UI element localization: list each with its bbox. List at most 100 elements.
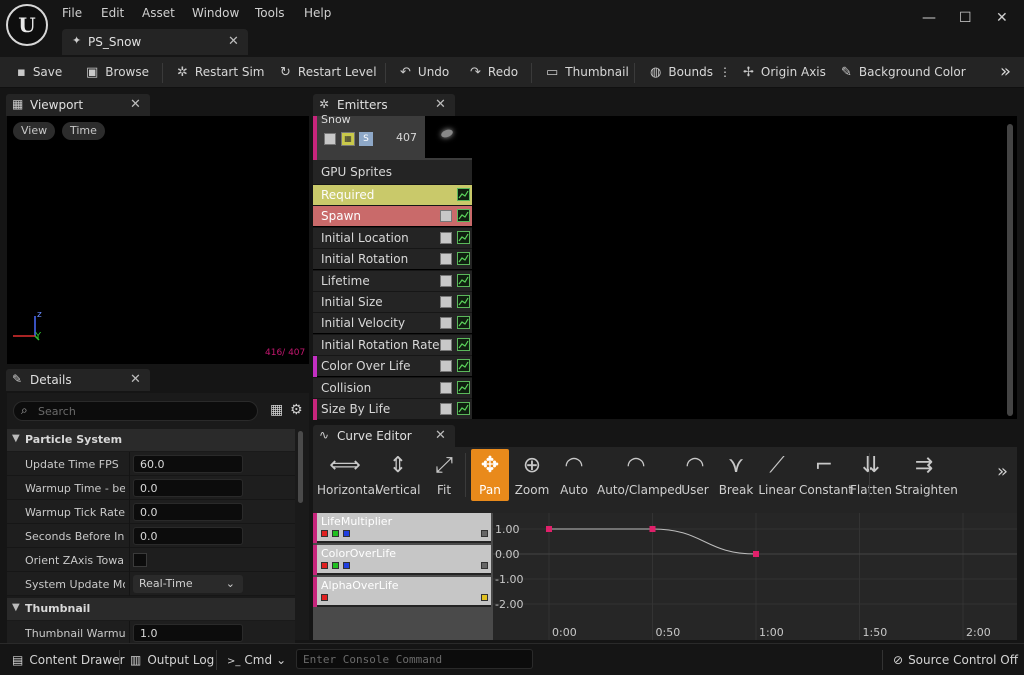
curve-graph-icon[interactable]	[457, 295, 470, 308]
menu-edit[interactable]: Edit	[101, 6, 124, 20]
unreal-logo-icon[interactable]: U	[6, 4, 48, 46]
module-enabled-checkbox[interactable]	[440, 274, 452, 287]
module-collision[interactable]: Collision	[313, 376, 472, 398]
thumbnail-button[interactable]: ▭ Thumbnail	[546, 65, 629, 80]
category-thumbnail[interactable]: ▼ Thumbnail	[7, 598, 295, 620]
curve-tool-fit[interactable]: ⤢ Fit	[426, 449, 462, 501]
warmup-tick-rate-field[interactable]: 0.0	[133, 503, 243, 521]
curve-graph-icon[interactable]	[457, 252, 470, 266]
channel-toggle[interactable]	[321, 530, 328, 537]
curve-graph-icon[interactable]	[457, 402, 470, 415]
redo-button[interactable]: ↷ Redo	[470, 65, 518, 80]
module-enabled-checkbox[interactable]	[440, 381, 452, 394]
maximize-icon[interactable]: ☐	[959, 10, 972, 26]
module-enabled-checkbox[interactable]	[440, 296, 452, 308]
curve-toolbar-overflow-icon[interactable]: »	[997, 461, 1008, 482]
undo-button[interactable]: ↶ Undo	[400, 65, 449, 80]
curve-key-point[interactable]	[649, 526, 656, 532]
module-enabled-checkbox[interactable]	[440, 338, 452, 351]
module-initial-rotation-rate[interactable]: Initial Rotation Rate	[313, 333, 472, 355]
channel-toggle[interactable]	[343, 530, 350, 537]
curve-graph-icon[interactable]	[457, 380, 470, 394]
settings-icon[interactable]: ⚙	[290, 402, 303, 418]
module-enabled-checkbox[interactable]	[440, 231, 452, 244]
system-update-mode-dropdown[interactable]: Real-Time ⌄	[133, 575, 243, 593]
bounds-options-icon[interactable]: ⋮	[719, 65, 731, 79]
warmup-time-field[interactable]: 0.0	[133, 479, 243, 497]
channel-toggle[interactable]	[481, 530, 488, 537]
browse-button[interactable]: ▣ Browse	[86, 65, 149, 80]
curve-key-point[interactable]	[753, 551, 759, 557]
curve-tool-linear[interactable]: ⟋ Linear	[758, 449, 796, 501]
curve-graph[interactable]: 1.00 0.00 -1.00 -2.00 0:00 0:50 1:00 1:50 2:00	[493, 513, 1017, 640]
curve-graph-icon[interactable]	[457, 337, 470, 351]
module-enabled-checkbox[interactable]	[440, 360, 452, 373]
curve-track[interactable]: ColorOverLife	[313, 545, 491, 575]
render-mode-icon[interactable]: ▦	[341, 132, 355, 146]
module-enabled-checkbox[interactable]	[440, 253, 452, 266]
channel-toggle[interactable]	[481, 562, 488, 569]
curve-track[interactable]: AlphaOverLife	[313, 577, 491, 607]
menu-file[interactable]: File	[62, 6, 82, 20]
orient-zaxis-checkbox[interactable]	[133, 553, 147, 567]
bounds-button[interactable]: ◍ Bounds	[650, 65, 713, 80]
toolbar-overflow-icon[interactable]: »	[1000, 61, 1011, 82]
module-required[interactable]: Required	[313, 184, 472, 205]
viewport[interactable]: View Time z Y 416/ 407	[7, 116, 309, 364]
curve-key-point[interactable]	[546, 526, 552, 532]
channel-toggle[interactable]	[481, 594, 488, 601]
curve-tool-straighten[interactable]: ⇉ Straighten	[895, 449, 958, 501]
save-button[interactable]: ▪ Save	[17, 65, 62, 80]
cmd-dropdown[interactable]: >_ Cmd ⌄	[227, 653, 286, 667]
curve-tool-constant[interactable]: ⌐ Constant	[799, 449, 853, 501]
channel-toggle[interactable]	[343, 562, 350, 569]
module-initial-velocity[interactable]: Initial Velocity	[313, 312, 472, 334]
origin-axis-button[interactable]: ✢ Origin Axis	[743, 65, 826, 80]
emitter-solo-button[interactable]: S	[359, 132, 373, 146]
module-size-by-life[interactable]: Size By Life	[313, 398, 472, 420]
curve-graph-icon[interactable]	[457, 209, 470, 223]
seconds-before-inactive-field[interactable]: 0.0	[133, 527, 243, 545]
module-enabled-checkbox[interactable]	[440, 403, 452, 415]
curve-graph-icon[interactable]	[457, 273, 470, 287]
close-tab-icon[interactable]: ✕	[228, 34, 239, 49]
channel-toggle[interactable]	[332, 562, 339, 569]
close-emitters-icon[interactable]: ✕	[435, 97, 446, 112]
source-control-button[interactable]: ⊘ Source Control Off	[893, 653, 1018, 667]
output-log-button[interactable]: ▥ Output Log	[130, 653, 214, 667]
curve-graph-icon[interactable]	[457, 230, 470, 244]
menu-help[interactable]: Help	[304, 6, 331, 20]
tab-viewport[interactable]: ▦ Viewport ✕	[6, 94, 150, 116]
channel-toggle[interactable]	[332, 530, 339, 537]
tab-details[interactable]: ✎ Details ✕	[6, 369, 150, 391]
console-command-input[interactable]: Enter Console Command	[296, 649, 533, 669]
module-enabled-checkbox[interactable]	[440, 210, 452, 223]
menu-asset[interactable]: Asset	[142, 6, 175, 20]
channel-toggle[interactable]	[321, 594, 328, 601]
module-initial-rotation[interactable]: Initial Rotation	[313, 248, 472, 270]
curve-tool-auto[interactable]: ◠ Auto	[555, 449, 593, 501]
minimize-icon[interactable]: —	[922, 10, 936, 26]
curve-tool-pan[interactable]: ✥ Pan	[471, 449, 509, 501]
background-color-button[interactable]: ✎ Background Color	[841, 65, 966, 80]
curve-graph-svg[interactable]: 1.00 0.00 -1.00 -2.00 0:00 0:50 1:00 1:50 2:00	[493, 513, 1017, 640]
update-time-fps-field[interactable]: 60.0	[133, 455, 243, 473]
module-enabled-checkbox[interactable]	[440, 317, 452, 330]
tab-curve-editor[interactable]: ∿ Curve Editor ✕	[313, 425, 455, 447]
time-button[interactable]: Time	[62, 122, 105, 140]
content-drawer-button[interactable]: ▤ Content Drawer	[12, 653, 125, 667]
document-tab[interactable]: ✦ PS_Snow ✕	[62, 29, 248, 55]
details-scrollbar[interactable]	[298, 431, 303, 503]
close-window-icon[interactable]: ✕	[996, 10, 1008, 26]
table-view-icon[interactable]: ▦	[270, 402, 283, 418]
module-color-over-life[interactable]: Color Over Life	[313, 355, 472, 378]
curve-graph-icon[interactable]	[457, 316, 470, 330]
close-details-icon[interactable]: ✕	[130, 372, 141, 387]
curve-tool-user[interactable]: ◠ User	[677, 449, 713, 501]
view-button[interactable]: View	[13, 122, 56, 140]
emitters-scrollbar[interactable]	[1007, 124, 1013, 416]
restart-level-button[interactable]: ↻ Restart Level	[280, 65, 377, 80]
emitters-panel[interactable]: Snow ▦ S 407 GPU Sprites Required Spawn In…	[313, 113, 1017, 420]
module-initial-location[interactable]: Initial Location	[313, 226, 472, 248]
emitter-enabled-checkbox[interactable]	[324, 133, 336, 145]
